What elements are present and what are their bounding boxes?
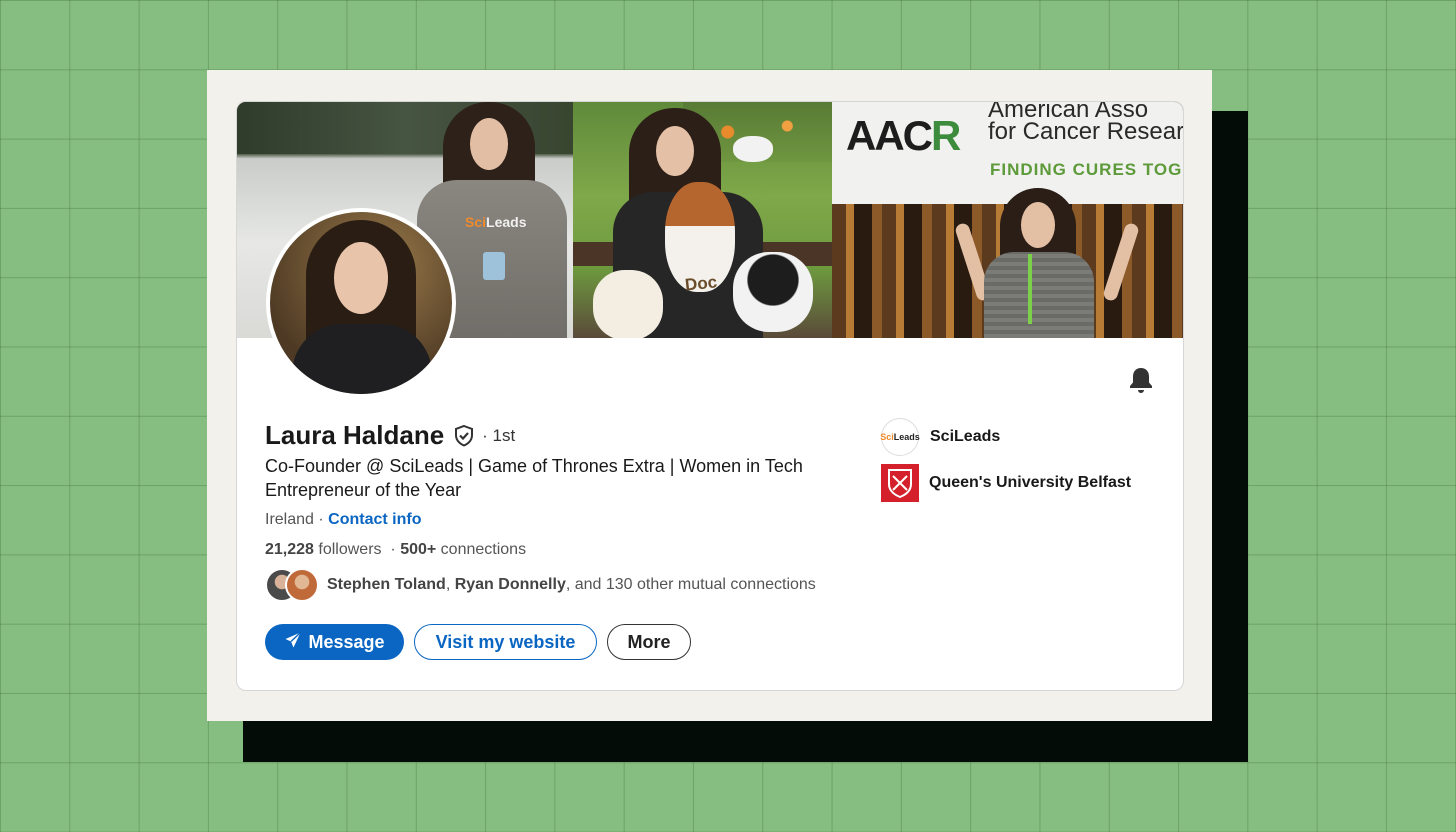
dog	[733, 252, 813, 332]
mutual-connections[interactable]: Stephen Toland, Ryan Donnelly, and 130 o…	[265, 568, 816, 602]
profile-name[interactable]: Laura Haldane	[265, 420, 444, 451]
action-buttons: Message Visit my website More	[265, 624, 691, 660]
verified-shield-icon[interactable]	[452, 424, 476, 448]
dog	[593, 270, 663, 338]
profile-card: SciLeads Doc AACR American Asso for Canc…	[236, 101, 1184, 691]
contact-info-link[interactable]: Contact info	[328, 511, 421, 528]
bell-icon[interactable]	[1128, 366, 1154, 394]
bandana-text: Doc	[684, 272, 718, 295]
mutual-name: Stephen Toland	[327, 576, 446, 593]
university-crest-icon	[881, 464, 919, 502]
location-row: Ireland · Contact info	[265, 511, 422, 528]
banner-photo-2: Doc	[573, 102, 832, 338]
lanyard	[1028, 254, 1032, 324]
avatar	[285, 568, 319, 602]
profile-avatar[interactable]	[266, 208, 456, 398]
mug	[483, 252, 505, 280]
connection-degree: · 1st	[482, 425, 516, 445]
scileads-logo: Sci Leads	[880, 418, 920, 456]
org-name: SciLeads	[930, 428, 1001, 445]
more-button[interactable]: More	[607, 624, 691, 660]
banner-photo-3: AACR American Asso for Cancer Researc FI…	[832, 102, 1183, 338]
hoodie-logo: SciLeads	[465, 214, 527, 230]
send-icon	[284, 631, 308, 654]
connections-count[interactable]: 500+	[400, 541, 436, 558]
visit-website-button[interactable]: Visit my website	[414, 624, 597, 660]
name-row: Laura Haldane · 1st	[265, 420, 515, 451]
org-name: Queen's University Belfast	[929, 474, 1132, 491]
location: Ireland	[265, 511, 314, 528]
mutual-name: Ryan Donnelly	[454, 576, 566, 593]
org-queens-university-belfast[interactable]: Queen's University Belfast	[881, 464, 1131, 502]
message-button[interactable]: Message	[265, 624, 404, 660]
profile-headline: Co-Founder @ SciLeads | Game of Thrones …	[265, 456, 803, 500]
org-scileads[interactable]: Sci Leads SciLeads	[880, 418, 1001, 456]
aacr-logo: AACR	[846, 112, 961, 159]
aacr-banner: AACR American Asso for Cancer Researc FI…	[832, 102, 1183, 204]
mutual-avatars	[265, 568, 319, 602]
followers-row: 21,228 followers · 500+ connections	[265, 541, 527, 558]
followers-count: 21,228	[265, 541, 314, 558]
